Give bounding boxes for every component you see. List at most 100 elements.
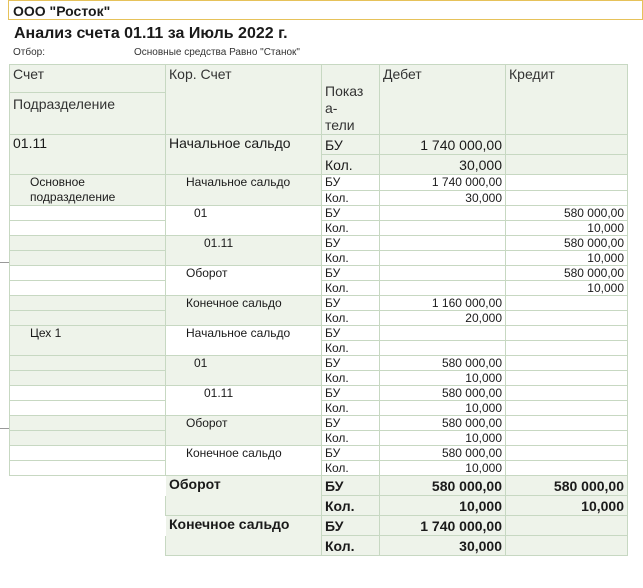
header-debit: Дебет (379, 64, 506, 135)
cell-division: Цех 1 (9, 325, 166, 356)
cell-indicator: БУ (321, 205, 380, 221)
cell-debit: 580 000,00 (379, 385, 506, 401)
cell-credit (505, 535, 628, 556)
cell-credit (505, 295, 628, 311)
cell-corr-account: Начальное сальдо (165, 134, 322, 175)
cell-debit: 1 740 000,00 (379, 174, 506, 191)
cell-credit (505, 515, 628, 536)
cell-indicator: Кол. (321, 535, 380, 556)
cell-debit: 580 000,00 (379, 415, 506, 431)
table-row: Цех 1 Начальное сальдо БУ (9, 325, 628, 356)
cell-indicator: Кол. (321, 400, 380, 416)
cell-indicator: БУ (321, 325, 380, 341)
filter-value: Основные средства Равно "Станок" (134, 47, 300, 58)
account-analysis-table: Счет Подразделение Кор. Счет Показ а- те… (9, 64, 628, 556)
cell-credit (505, 460, 628, 476)
cell-division (9, 355, 166, 371)
cell-credit: 580 000,00 (505, 265, 628, 281)
edge-divider (0, 262, 9, 263)
cell-empty (9, 475, 166, 496)
cell-indicator: БУ (321, 415, 380, 431)
cell-corr-account: 01 (165, 205, 322, 236)
cell-indicator: Кол. (321, 460, 380, 476)
cell-indicator: Кол. (321, 154, 380, 175)
table-row: Оборот БУ 580 000,00 (9, 415, 628, 446)
cell-indicator: Кол. (321, 189, 380, 206)
cell-debit (379, 340, 506, 356)
cell-debit: 10,000 (379, 400, 506, 416)
cell-debit: 580 000,00 (379, 445, 506, 461)
cell-credit (505, 134, 628, 155)
cell-division (9, 445, 166, 461)
cell-indicator: Кол. (321, 220, 380, 236)
cell-indicator: Кол. (321, 340, 380, 356)
cell-debit (379, 265, 506, 281)
cell-empty (9, 535, 166, 556)
table-row: 01.11 БУ 580 000,00 (9, 235, 628, 266)
cell-indicator: БУ (321, 385, 380, 401)
cell-debit: 10,000 (379, 430, 506, 446)
cell-corr-account: Оборот (165, 415, 322, 446)
cell-credit (505, 154, 628, 175)
table-row: Конечное сальдо БУ 580 000,00 (9, 445, 628, 476)
cell-credit (505, 430, 628, 446)
cell-credit (505, 174, 628, 191)
cell-debit: 30,000 (379, 189, 506, 206)
cell-indicator: БУ (321, 445, 380, 461)
cell-corr-account: Конечное сальдо (165, 295, 322, 326)
cell-division: Основное подразделение (9, 174, 166, 206)
cell-division (9, 430, 166, 446)
cell-division: 01.11 (9, 134, 166, 175)
cell-indicator: Кол. (321, 310, 380, 326)
cell-credit (505, 445, 628, 461)
table-row: 01.11 Начальное сальдо БУ 1 740 000,00 (9, 134, 628, 175)
cell-debit: 20,000 (379, 310, 506, 326)
cell-division (9, 385, 166, 401)
cell-credit: 580 000,00 (505, 205, 628, 221)
cell-indicator: БУ (321, 265, 380, 281)
table-row: 01.11 БУ 580 000,00 (9, 385, 628, 416)
cell-division (9, 205, 166, 221)
cell-division (9, 310, 166, 326)
cell-corr-account: Начальное сальдо (165, 325, 322, 356)
cell-credit (505, 340, 628, 356)
report-title: Анализ счета 01.11 за Июль 2022 г. (14, 25, 288, 42)
cell-division (9, 235, 166, 251)
edge-divider (0, 428, 9, 429)
cell-debit (379, 325, 506, 341)
cell-credit (505, 310, 628, 326)
cell-debit (379, 235, 506, 251)
cell-indicator: БУ (321, 295, 380, 311)
cell-indicator: БУ (321, 134, 380, 155)
cell-debit: 30,000 (379, 535, 506, 556)
cell-debit: 1 160 000,00 (379, 295, 506, 311)
cell-debit (379, 205, 506, 221)
cell-division (9, 280, 166, 296)
cell-debit: 10,000 (379, 460, 506, 476)
cell-division (9, 265, 166, 281)
cell-total-label: Оборот (165, 475, 322, 516)
cell-corr-account: 01.11 (165, 385, 322, 416)
cell-debit (379, 280, 506, 296)
cell-indicator: Кол. (321, 370, 380, 386)
cell-debit: 30,000 (379, 154, 506, 175)
header-credit: Кредит (505, 64, 628, 135)
cell-credit: 10,000 (505, 250, 628, 266)
report-sheet: ООО "Росток" Анализ счета 01.11 за Июль … (0, 0, 643, 588)
cell-empty (9, 495, 166, 516)
cell-debit: 1 740 000,00 (379, 134, 506, 155)
cell-debit: 580 000,00 (379, 355, 506, 371)
cell-indicator: БУ (321, 355, 380, 371)
organization-name: ООО "Росток" (8, 0, 643, 20)
cell-division (9, 460, 166, 476)
cell-debit (379, 250, 506, 266)
cell-division (9, 415, 166, 431)
cell-corr-account: 01 (165, 355, 322, 386)
cell-debit: 10,000 (379, 495, 506, 516)
header-indicators: Показ а- тели (321, 64, 380, 135)
cell-total-label: Конечное сальдо (165, 515, 322, 556)
cell-credit: 10,000 (505, 220, 628, 236)
cell-debit: 1 740 000,00 (379, 515, 506, 536)
cell-credit: 10,000 (505, 280, 628, 296)
cell-credit (505, 370, 628, 386)
